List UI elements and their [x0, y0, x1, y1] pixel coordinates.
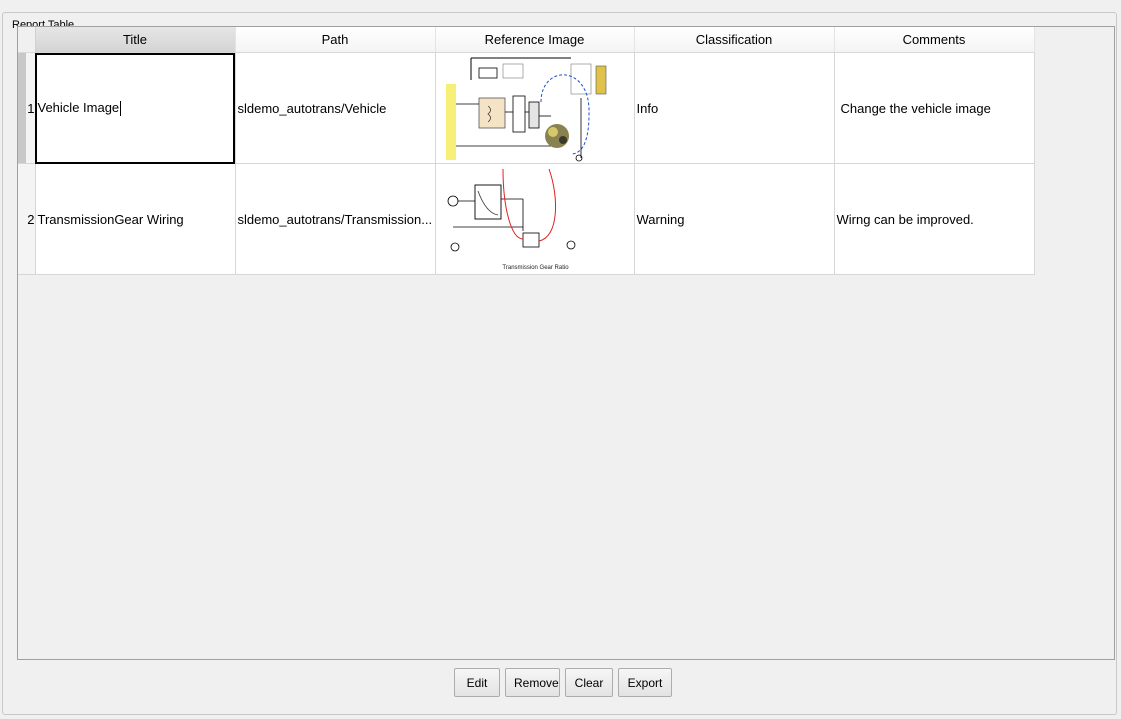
button-bar: Edit Remove Clear Export: [454, 668, 672, 697]
classification-cell[interactable]: Info: [634, 52, 835, 164]
title-cell[interactable]: TransmissionGear Wiring: [35, 163, 236, 275]
column-header-comments[interactable]: Comments: [834, 27, 1035, 53]
remove-button[interactable]: Remove: [505, 668, 560, 697]
classification-cell[interactable]: Warning: [634, 163, 835, 275]
table-header-row: Title Path Reference Image Classificatio…: [18, 27, 1035, 53]
title-cell-editing[interactable]: Vehicle Image: [35, 52, 236, 164]
edit-button[interactable]: Edit: [454, 668, 500, 697]
reference-image-cell[interactable]: Transmission Gear Ratio: [435, 163, 635, 275]
header-corner: [18, 27, 36, 53]
comments-cell[interactable]: Change the vehicle image: [834, 52, 1035, 164]
image-caption: Transmission Gear Ratio: [502, 264, 569, 271]
column-header-reference-image[interactable]: Reference Image: [435, 27, 635, 53]
path-cell[interactable]: sldemo_autotrans/Transmission...: [235, 163, 436, 275]
comments-cell[interactable]: Wirng can be improved.: [834, 163, 1035, 275]
report-table-viewport[interactable]: Title Path Reference Image Classificatio…: [17, 26, 1115, 660]
row-number[interactable]: 2: [18, 163, 36, 275]
column-header-title[interactable]: Title: [35, 27, 236, 53]
table-row[interactable]: 1 Vehicle Image sldemo_autotrans/Vehicle: [18, 52, 1035, 164]
row-number[interactable]: 1: [18, 52, 36, 164]
text-caret: [120, 101, 122, 117]
reference-image-cell[interactable]: [435, 52, 635, 164]
report-table: Title Path Reference Image Classificatio…: [18, 27, 1035, 275]
transmission-diagram-thumbnail: [447, 168, 575, 251]
path-cell[interactable]: sldemo_autotrans/Vehicle: [235, 52, 436, 164]
column-header-classification[interactable]: Classification: [634, 27, 835, 53]
report-window: Report Table Title Path Reference Image …: [0, 0, 1121, 719]
clear-button[interactable]: Clear: [565, 668, 613, 697]
title-cell-text: Vehicle Image: [37, 99, 120, 115]
export-button[interactable]: Export: [618, 668, 672, 697]
column-header-path[interactable]: Path: [235, 27, 436, 53]
table-row[interactable]: 2 TransmissionGear Wiring sldemo_autotra…: [18, 163, 1035, 275]
vehicle-diagram-thumbnail: [445, 57, 606, 162]
